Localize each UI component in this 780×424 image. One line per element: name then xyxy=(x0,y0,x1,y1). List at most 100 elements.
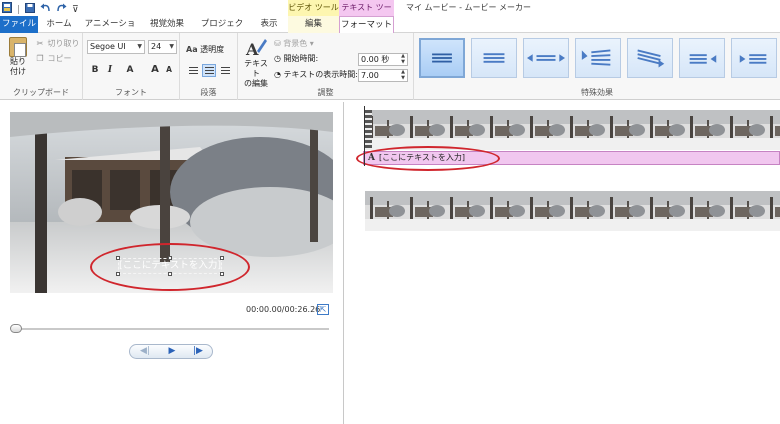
bold-button[interactable]: B xyxy=(89,63,101,77)
effect-fly-left-icon xyxy=(689,54,717,64)
previous-frame-icon: ◀| xyxy=(140,346,150,356)
effect-fly-sides[interactable] xyxy=(523,38,569,78)
tab-file[interactable]: ファイル xyxy=(0,16,38,33)
title-bar: | ⊽ ビデオ ツール テキスト ツール マイ ムービー - ムービー メーカー xyxy=(0,0,780,28)
cut-label: 切り取り xyxy=(47,39,80,48)
spinner-arrows-icon: ▲ ▼ xyxy=(401,69,405,81)
effect-slide-icon xyxy=(637,49,665,68)
cut-button[interactable]: ✂ 切り取り xyxy=(35,38,80,49)
tab-animation[interactable]: アニメーション xyxy=(84,16,136,46)
effect-fly-sides-icon xyxy=(527,54,565,62)
previous-frame-button[interactable]: ◀| xyxy=(132,345,158,358)
next-frame-icon: |▶ xyxy=(193,346,203,356)
quick-access-toolbar: | ⊽ xyxy=(2,2,79,17)
ribbon-tabs: ファイル ホーム アニメーション 視覚効果 プロジェクト 表示 編集 フォーマッ… xyxy=(0,16,780,46)
customize-icon[interactable]: ⊽ xyxy=(72,4,79,16)
highlight-ellipse xyxy=(356,146,500,171)
tab-visual-effects[interactable]: 視覚効果 xyxy=(146,16,188,33)
tab-format[interactable]: フォーマット xyxy=(339,16,394,34)
start-time-label: 開始時間: xyxy=(283,54,319,63)
save-icon[interactable] xyxy=(25,2,36,17)
tab-view[interactable]: 表示 xyxy=(256,16,282,33)
copy-label: コピー xyxy=(47,54,72,63)
shrink-font-button[interactable]: A xyxy=(163,63,175,77)
effect-swing-icon xyxy=(581,49,611,66)
text-duration-value: 7.00 xyxy=(361,71,379,80)
spinner-arrows-icon: ▲ ▼ xyxy=(401,53,405,65)
paint-bucket-icon: ⛁ xyxy=(274,39,281,48)
tab-edit[interactable]: 編集 xyxy=(288,16,339,33)
pane-splitter[interactable] xyxy=(343,102,344,424)
edit-text-button[interactable]: A テキスト の編集 xyxy=(243,37,269,89)
svg-text:A: A xyxy=(245,40,259,57)
font-color-button[interactable]: A xyxy=(123,63,137,77)
edit-text-label: テキスト の編集 xyxy=(244,59,268,88)
next-frame-button[interactable]: |▶ xyxy=(185,345,211,358)
align-right-button[interactable] xyxy=(218,64,232,77)
copy-button[interactable]: ❐ コピー xyxy=(35,53,72,64)
start-time-row: ◷ 開始時間: xyxy=(274,53,318,64)
align-center-button[interactable] xyxy=(202,64,216,77)
group-label-effects: 特殊効果 xyxy=(581,88,613,97)
tab-project[interactable]: プロジェクト xyxy=(198,16,246,46)
filmstrip-image xyxy=(365,191,780,231)
highlight-ellipse xyxy=(90,243,250,291)
font-size-select[interactable]: 24 ▼ xyxy=(148,40,177,54)
group-adjust: A テキスト の編集 ⛁ 背景色 ▾ ◷ 開始時間: 0.00 秒 ▲ ▼ ◔ テ… xyxy=(238,33,414,100)
tab-home[interactable]: ホーム xyxy=(44,16,74,33)
background-color-button[interactable]: ⛁ 背景色 ▾ xyxy=(274,38,314,49)
playhead-marker[interactable] xyxy=(364,106,365,166)
expand-icon: ⇱ xyxy=(319,305,327,314)
paste-button[interactable]: 貼り 付け xyxy=(6,37,30,81)
start-time-input[interactable]: 0.00 秒 ▲ ▼ xyxy=(358,53,408,66)
align-left-button[interactable] xyxy=(186,64,200,77)
seek-thumb[interactable] xyxy=(10,324,22,333)
effect-slide[interactable] xyxy=(627,38,673,78)
transport-controls: ◀| ▶ |▶ xyxy=(129,344,213,359)
effect-none[interactable] xyxy=(419,38,465,78)
video-clip-thumbnails[interactable] xyxy=(365,191,780,231)
group-label-adjust: 調整 xyxy=(317,88,334,97)
chevron-down-icon: ▼ xyxy=(137,43,142,50)
filmstrip-image xyxy=(365,110,780,150)
play-icon: ▶ xyxy=(168,346,176,356)
separator: | xyxy=(17,4,21,15)
effect-none-icon xyxy=(432,53,452,63)
font-size-value: 24 xyxy=(151,42,162,51)
effect-fly-right[interactable] xyxy=(731,38,777,78)
window-title: マイ ムービー - ムービー メーカー xyxy=(406,3,532,12)
redo-icon[interactable] xyxy=(56,3,67,17)
effect-swing[interactable] xyxy=(575,38,621,78)
text-duration-label: テキストの表示時間: xyxy=(283,70,358,79)
text-duration-row: ◔ テキストの表示時間: xyxy=(274,69,358,80)
app-icon[interactable] xyxy=(2,2,12,17)
time-display: 00:00.00/00:26.26 xyxy=(246,305,321,314)
group-paragraph: Aa 透明度 段落 xyxy=(180,33,238,100)
edit-text-icon: A xyxy=(245,39,267,57)
group-label-clipboard: クリップボード xyxy=(13,88,69,97)
ribbon: 貼り 付け ✂ 切り取り ❐ コピー クリップボード Segoe UI ▼ 24… xyxy=(0,33,780,100)
effect-plain[interactable] xyxy=(471,38,517,78)
fullscreen-button[interactable]: ⇱ xyxy=(317,304,329,315)
movie-maker-window: | ⊽ ビデオ ツール テキスト ツール マイ ムービー - ムービー メーカー… xyxy=(0,0,780,424)
paste-icon xyxy=(9,37,27,57)
transparency-button[interactable]: Aa 透明度 xyxy=(186,44,224,55)
italic-button[interactable]: I xyxy=(105,63,115,77)
undo-icon[interactable] xyxy=(40,3,51,17)
font-family-select[interactable]: Segoe UI ▼ xyxy=(87,40,145,54)
transparency-icon: Aa xyxy=(186,45,198,54)
context-video-tools: ビデオ ツール xyxy=(288,0,339,16)
text-duration-input[interactable]: 7.00 ▲ ▼ xyxy=(358,69,408,82)
play-button[interactable]: ▶ xyxy=(159,345,185,358)
group-font: Segoe UI ▼ 24 ▼ B I A A A フォント xyxy=(83,33,180,100)
group-label-font: フォント xyxy=(115,88,147,97)
chevron-down-icon: ▼ xyxy=(169,43,174,50)
seek-track[interactable] xyxy=(14,328,329,330)
video-clip-thumbnails[interactable] xyxy=(365,110,780,150)
align-right-icon xyxy=(221,67,230,75)
context-text-tools: テキスト ツール xyxy=(339,0,394,28)
paste-label: 貼り 付け xyxy=(10,57,26,76)
align-center-icon xyxy=(205,67,214,75)
effect-fly-left[interactable] xyxy=(679,38,725,78)
grow-font-button[interactable]: A xyxy=(149,63,161,77)
